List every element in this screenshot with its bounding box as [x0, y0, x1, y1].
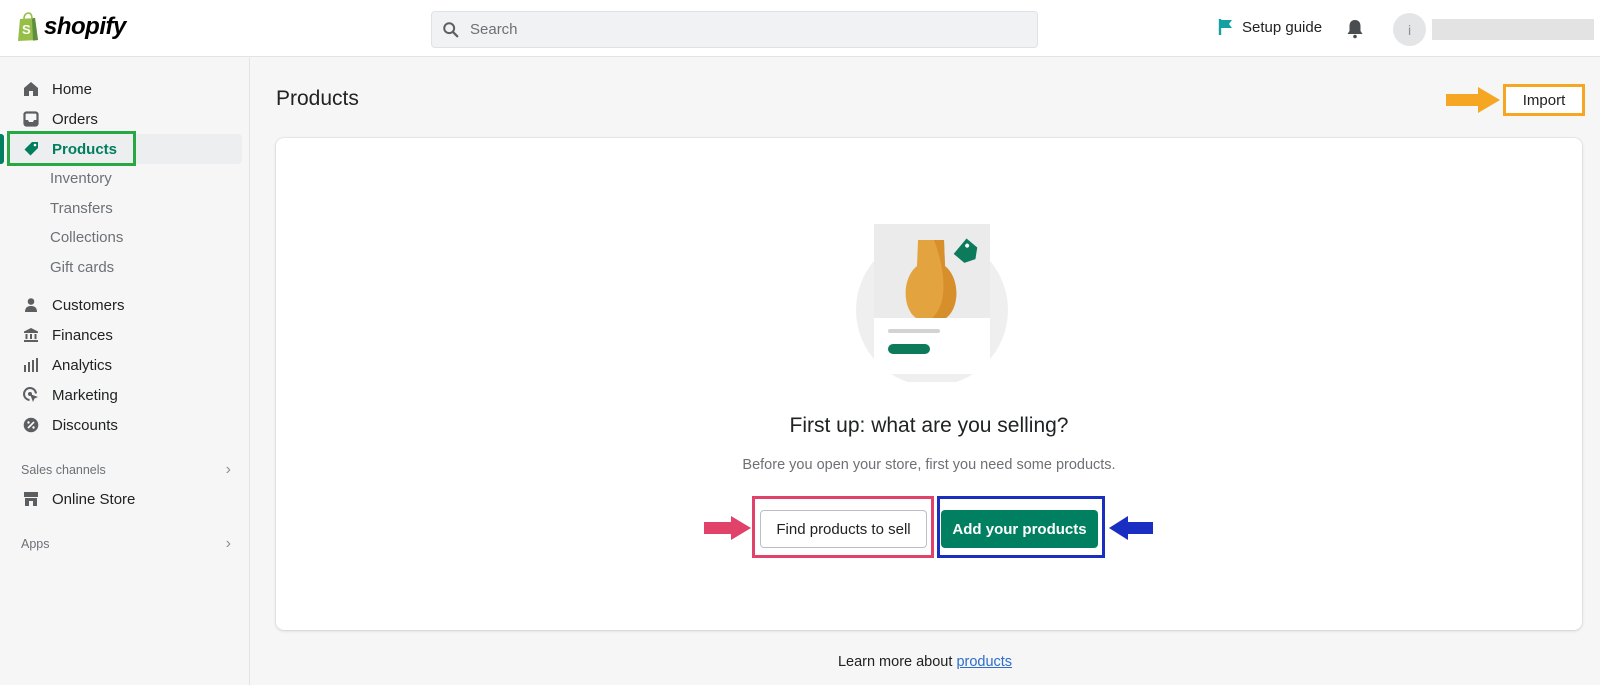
empty-state-heading: First up: what are you selling? [789, 414, 1069, 437]
learn-more-footer: Learn more about products [250, 654, 1600, 670]
avatar[interactable]: i [1393, 13, 1426, 46]
flag-icon [1218, 19, 1232, 35]
apps-label: Apps [21, 537, 50, 551]
sidebar: Home Orders Products Inventory Transfers… [0, 58, 250, 685]
apps-header[interactable]: Apps › [21, 535, 231, 553]
brand-name: shopify [44, 13, 126, 40]
search-input[interactable] [470, 21, 1010, 38]
sidebar-item-discounts[interactable]: Discounts [8, 410, 242, 440]
sidebar-item-label: Discounts [52, 416, 118, 434]
discount-icon [22, 416, 40, 434]
orders-icon [22, 110, 40, 128]
sidebar-item-orders[interactable]: Orders [8, 104, 242, 134]
product-illustration [856, 224, 1008, 382]
sales-channels-header[interactable]: Sales channels › [21, 461, 231, 479]
sidebar-item-label: Home [52, 80, 93, 98]
empty-state-card: First up: what are you selling? Before y… [276, 138, 1582, 630]
sidebar-item-customers[interactable]: Customers [8, 290, 242, 320]
active-indicator [0, 134, 4, 164]
arrow-annotation-pink [704, 516, 751, 540]
arrow-annotation-orange [1446, 87, 1500, 113]
svg-text:S: S [22, 22, 31, 37]
sidebar-item-home[interactable]: Home [8, 74, 242, 104]
sidebar-item-label: Marketing [52, 386, 118, 404]
sidebar-subitem-transfers[interactable]: Transfers [50, 195, 113, 221]
setup-guide-button[interactable]: Setup guide [1218, 18, 1322, 36]
sidebar-subitem-inventory[interactable]: Inventory [50, 165, 112, 191]
sidebar-item-marketing[interactable]: Marketing [8, 380, 242, 410]
bell-icon[interactable] [1345, 18, 1365, 40]
home-icon [22, 80, 40, 98]
page-title: Products [276, 87, 359, 110]
add-products-button[interactable]: Add your products [941, 510, 1098, 548]
person-icon [22, 296, 40, 314]
arrow-annotation-blue [1109, 516, 1153, 540]
store-name-redacted [1432, 19, 1594, 40]
shopify-bag-icon: S [18, 12, 38, 41]
sales-channels-label: Sales channels [21, 463, 106, 477]
sidebar-item-label: Orders [52, 110, 98, 128]
empty-state-description: Before you open your store, first you ne… [742, 457, 1116, 473]
learn-more-text: Learn more about [837, 654, 957, 670]
search-bar[interactable] [431, 11, 1038, 48]
sidebar-item-online-store[interactable]: Online Store [8, 484, 242, 514]
sidebar-item-label: Analytics [52, 356, 113, 374]
products-help-link[interactable]: products [956, 654, 1012, 670]
bar-chart-icon [22, 356, 40, 374]
sidebar-subitem-gift-cards[interactable]: Gift cards [50, 254, 114, 280]
products-highlight-box [7, 131, 136, 166]
find-products-button[interactable]: Find products to sell [760, 510, 927, 548]
sidebar-item-label: Finances [52, 326, 113, 344]
top-bar: S shopify Setup guide i [0, 0, 1600, 57]
import-button[interactable]: Import [1503, 84, 1585, 116]
target-icon [22, 386, 40, 404]
sidebar-item-analytics[interactable]: Analytics [8, 350, 242, 380]
chevron-right-icon[interactable]: › [226, 461, 231, 479]
setup-guide-label: Setup guide [1242, 18, 1323, 36]
search-icon [443, 21, 459, 37]
sidebar-subitem-collections[interactable]: Collections [50, 224, 123, 250]
sidebar-item-label: Online Store [52, 490, 136, 508]
store-icon [22, 490, 40, 508]
sidebar-item-label: Customers [52, 296, 125, 314]
shopify-logo[interactable]: S shopify [16, 12, 126, 42]
bank-icon [22, 326, 40, 344]
chevron-right-icon[interactable]: › [226, 535, 231, 553]
sidebar-item-finances[interactable]: Finances [8, 320, 242, 350]
